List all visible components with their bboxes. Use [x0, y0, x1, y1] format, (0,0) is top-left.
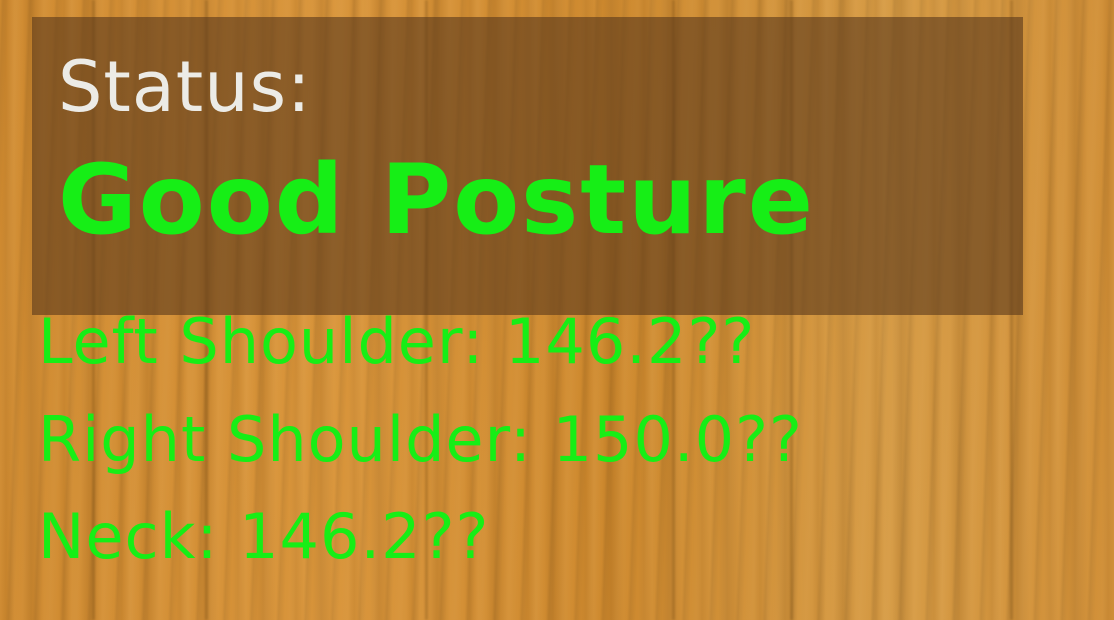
neck-angle: Neck: 146.2??: [38, 500, 490, 573]
status-label: Status:: [58, 46, 312, 128]
right-shoulder-angle: Right Shoulder: 150.0??: [38, 403, 803, 476]
status-value: Good Posture: [58, 144, 815, 256]
camera-frame: Status: Good Posture Left Shoulder: 146.…: [0, 0, 1114, 620]
left-shoulder-angle: Left Shoulder: 146.2??: [38, 305, 756, 378]
